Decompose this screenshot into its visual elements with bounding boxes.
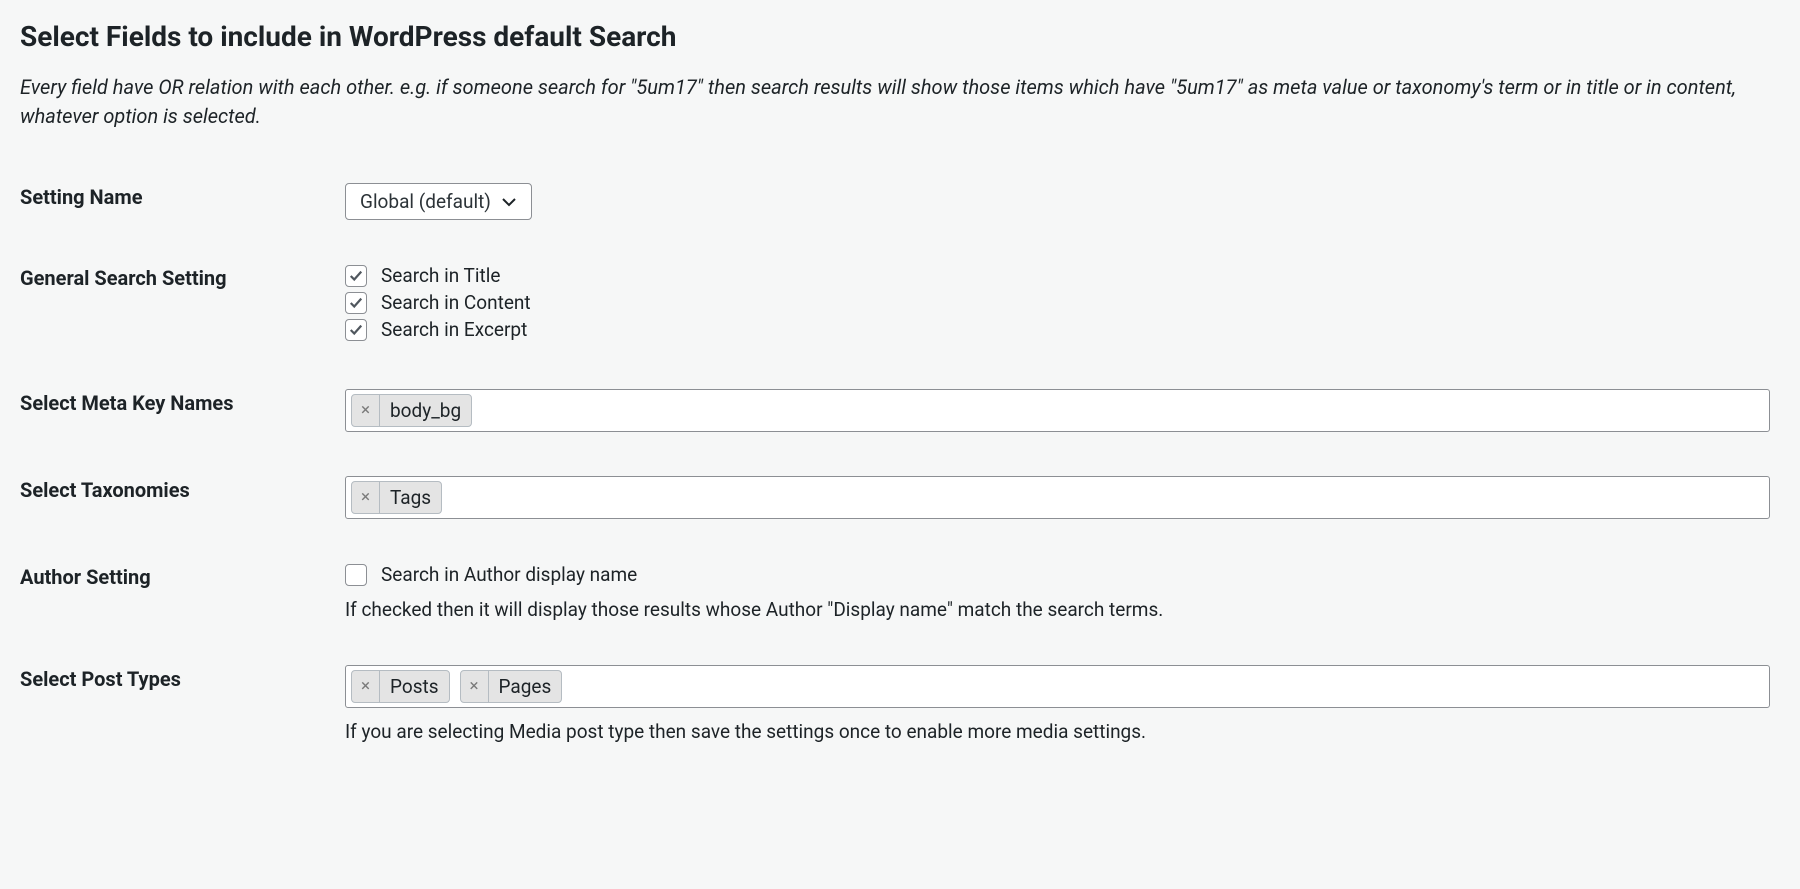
post-type-tag-label: Pages — [489, 671, 562, 702]
setting-name-label: Setting Name — [20, 161, 345, 242]
general-search-checkbox-0[interactable] — [345, 265, 367, 287]
setting-name-select[interactable]: Global (default) — [345, 183, 532, 220]
page-title: Select Fields to include in WordPress de… — [20, 20, 1780, 53]
author-checkbox-label: Search in Author display name — [381, 563, 637, 586]
author-label: Author Setting — [20, 541, 345, 643]
post-types-label: Select Post Types — [20, 643, 345, 765]
post-type-tag: ×Posts — [351, 670, 450, 703]
general-search-option-label: Search in Title — [381, 264, 500, 287]
taxonomies-label: Select Taxonomies — [20, 454, 345, 541]
close-icon[interactable]: × — [352, 395, 380, 426]
post-type-tag-label: Posts — [380, 671, 449, 702]
close-icon[interactable]: × — [352, 671, 380, 702]
form-table: Setting Name Global (default) General Se… — [20, 161, 1780, 765]
taxonomy-tag-label: Tags — [380, 482, 441, 513]
post-types-field[interactable]: ×Posts×Pages — [345, 665, 1770, 708]
page-description: Every field have OR relation with each o… — [20, 73, 1780, 131]
author-hint: If checked then it will display those re… — [345, 598, 1770, 621]
general-search-option-label: Search in Excerpt — [381, 318, 527, 341]
settings-form: Select Fields to include in WordPress de… — [0, 0, 1800, 795]
meta-key-tag-label: body_bg — [380, 395, 471, 426]
meta-keys-field[interactable]: ×body_bg — [345, 389, 1770, 432]
close-icon[interactable]: × — [461, 671, 489, 702]
taxonomies-field[interactable]: ×Tags — [345, 476, 1770, 519]
post-type-tag: ×Pages — [460, 670, 563, 703]
author-checkbox[interactable] — [345, 564, 367, 586]
close-icon[interactable]: × — [352, 482, 380, 513]
post-types-hint: If you are selecting Media post type the… — [345, 720, 1770, 743]
general-search-checkbox-1[interactable] — [345, 292, 367, 314]
setting-name-selected: Global (default) — [360, 190, 491, 213]
meta-keys-label: Select Meta Key Names — [20, 367, 345, 454]
meta-key-tag: ×body_bg — [351, 394, 472, 427]
general-search-option-label: Search in Content — [381, 291, 531, 314]
general-search-label: General Search Setting — [20, 242, 345, 367]
general-search-checkbox-2[interactable] — [345, 319, 367, 341]
chevron-down-icon — [501, 194, 517, 210]
taxonomy-tag: ×Tags — [351, 481, 442, 514]
